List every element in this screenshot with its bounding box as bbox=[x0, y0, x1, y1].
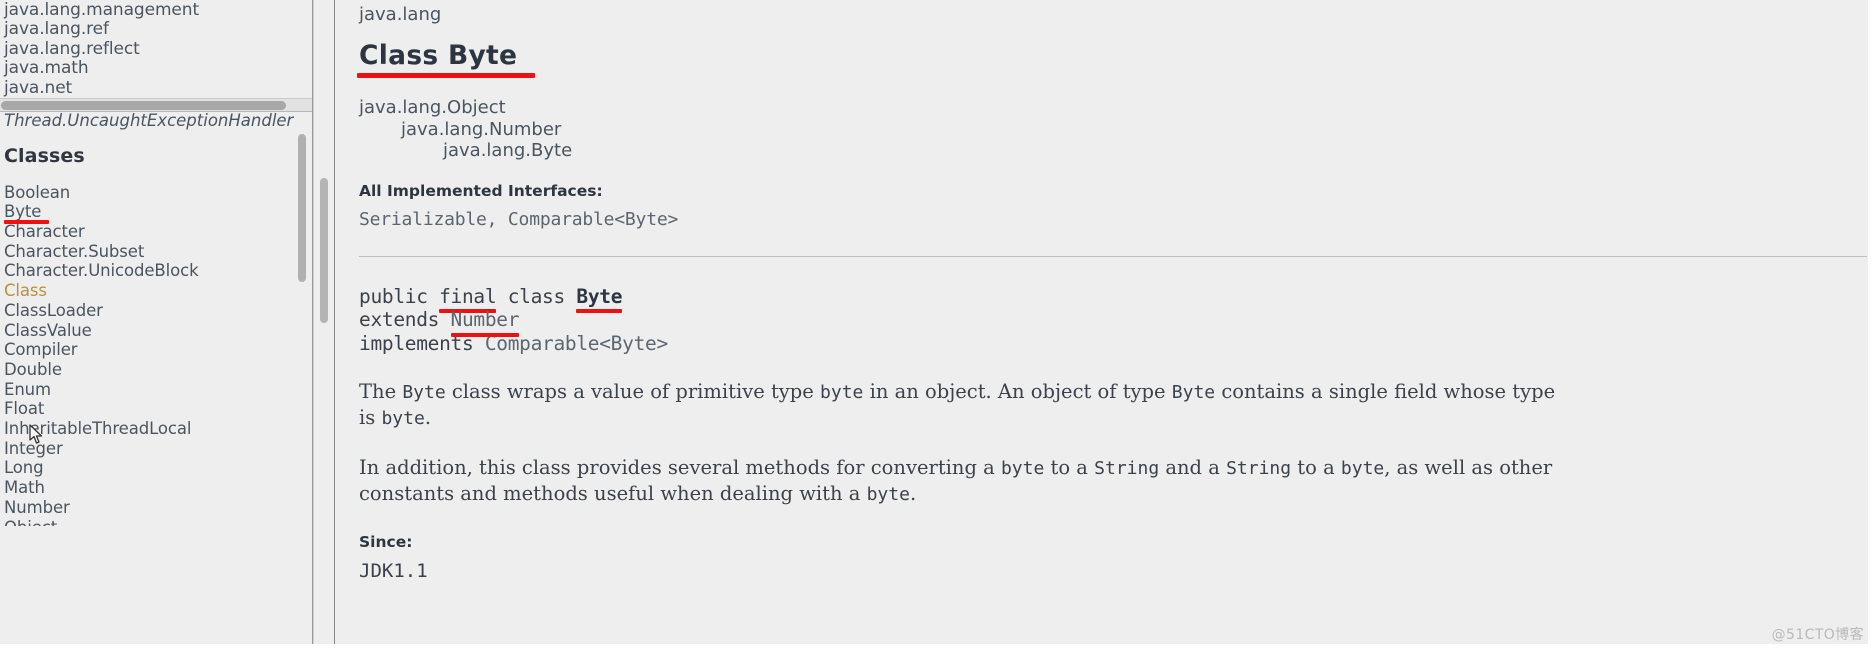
class-item-classvalue[interactable]: ClassValue bbox=[4, 321, 299, 341]
classes-vertical-scrollbar[interactable] bbox=[298, 134, 306, 589]
since-label: Since: bbox=[359, 533, 413, 551]
declaration-keyword-class: class bbox=[496, 284, 577, 308]
desc1-code-4: byte bbox=[381, 408, 425, 429]
desc2-code-5: byte bbox=[866, 484, 910, 505]
class-item-byte-label: Byte bbox=[4, 202, 42, 222]
desc2-text-a: In addition, this class provides several… bbox=[359, 456, 1001, 479]
declaration-line-1: public final class Byte bbox=[359, 284, 1859, 313]
class-item-object-clipped[interactable]: Object bbox=[4, 518, 299, 526]
package-item-2[interactable]: java.lang.reflect bbox=[4, 39, 304, 60]
declaration-extends-wrapper: Number bbox=[450, 308, 520, 337]
package-item-0[interactable]: java.lang.management bbox=[4, 0, 304, 21]
class-item-character[interactable]: Character bbox=[4, 222, 299, 242]
annotation-underline-class-title bbox=[357, 73, 535, 78]
desc2-text-d: to a bbox=[1291, 456, 1341, 479]
class-item-character-subset[interactable]: Character.Subset bbox=[4, 242, 299, 262]
desc2-text-b: to a bbox=[1044, 456, 1095, 479]
hierarchy-level-2[interactable]: java.lang.Number bbox=[359, 119, 1859, 141]
class-item-number[interactable]: Number bbox=[4, 498, 299, 518]
page-title: Class Byte bbox=[359, 40, 518, 71]
class-item-double[interactable]: Double bbox=[4, 360, 299, 380]
class-item-math[interactable]: Math bbox=[4, 478, 299, 498]
declaration-class-name: Byte bbox=[576, 284, 623, 308]
interface-item-0[interactable]: Thread.UncaughtExceptionHandler bbox=[4, 112, 299, 131]
packages-list: java.lang.instrument java.lang.managemen… bbox=[4, 0, 304, 99]
desc1-code-3: Byte bbox=[1171, 382, 1216, 403]
classes-heading: Classes bbox=[4, 144, 85, 167]
class-declaration: public final class Byte extends Number i… bbox=[359, 285, 1859, 356]
desc1-text-e: . bbox=[424, 406, 432, 429]
declaration-line-3: implements Comparable<Byte> bbox=[359, 332, 1859, 356]
section-divider bbox=[359, 255, 1867, 257]
desc1-text-a: The bbox=[359, 380, 403, 403]
desc1-code-2: byte bbox=[820, 382, 864, 403]
sidebar: java.lang.instrument java.lang.managemen… bbox=[0, 0, 313, 650]
class-item-enum[interactable]: Enum bbox=[4, 380, 299, 400]
implemented-interfaces-value[interactable]: Serializable, Comparable<Byte> bbox=[359, 209, 1859, 230]
package-item-3[interactable]: java.math bbox=[4, 59, 304, 79]
class-item-boolean[interactable]: Boolean bbox=[4, 183, 299, 203]
classes-pane[interactable]: Runnable Thread.UncaughtExceptionHandler… bbox=[0, 112, 312, 650]
watermark: @51CTO博客 bbox=[1771, 627, 1864, 643]
package-name-label: java.lang bbox=[359, 4, 442, 25]
declaration-modifier-final: final bbox=[439, 284, 497, 308]
declaration-name-wrapper: Byte bbox=[576, 284, 623, 313]
content-scrollbar-thumb[interactable] bbox=[320, 178, 328, 323]
class-item-classloader[interactable]: ClassLoader bbox=[4, 301, 299, 321]
class-item-inheritablethreadlocal[interactable]: InheritableThreadLocal bbox=[4, 419, 299, 439]
annotation-underline-number bbox=[450, 332, 520, 337]
hierarchy-level-1[interactable]: java.lang.Object bbox=[359, 97, 1859, 119]
desc2-code-1: byte bbox=[1000, 458, 1045, 479]
desc2-code-4: byte bbox=[1340, 458, 1385, 479]
class-item-character-unicodeblock[interactable]: Character.UnicodeBlock bbox=[4, 261, 299, 281]
desc1-text-b: class wraps a value of primitive type bbox=[445, 380, 821, 403]
declaration-superclass-link[interactable]: Number bbox=[451, 308, 520, 331]
class-item-long[interactable]: Long bbox=[4, 458, 299, 478]
class-description-paragraph-2: In addition, this class provides several… bbox=[359, 455, 1559, 507]
class-item-class[interactable]: Class bbox=[4, 281, 299, 301]
javadoc-browser-page: java.lang.instrument java.lang.managemen… bbox=[0, 0, 1876, 650]
implemented-interfaces-label: All Implemented Interfaces: bbox=[359, 181, 603, 200]
since-value: JDK1.1 bbox=[359, 560, 428, 582]
content-scrollbar-gutter[interactable] bbox=[313, 0, 335, 650]
desc2-code-3: String bbox=[1226, 458, 1292, 479]
packages-horizontal-scrollbar[interactable] bbox=[0, 98, 312, 111]
page-title-wrapper: Class Byte bbox=[357, 40, 535, 78]
packages-pane[interactable]: java.lang.instrument java.lang.managemen… bbox=[0, 0, 312, 112]
declaration-modifier-public: public bbox=[359, 284, 440, 308]
class-item-float[interactable]: Float bbox=[4, 399, 299, 419]
annotation-underline-byte-declaration bbox=[576, 309, 623, 313]
declaration-final-wrapper: final bbox=[439, 284, 497, 313]
classes-vertical-scrollbar-thumb[interactable] bbox=[298, 134, 306, 282]
class-item-byte[interactable]: Byte bbox=[4, 202, 299, 225]
package-item-1[interactable]: java.lang.ref bbox=[4, 20, 304, 40]
class-description-paragraph-1: The Byte class wraps a value of primitiv… bbox=[359, 379, 1559, 431]
class-item-integer[interactable]: Integer bbox=[4, 439, 299, 459]
hierarchy-level-3: java.lang.Byte bbox=[443, 140, 573, 161]
classes-list: Runnable Thread.UncaughtExceptionHandler… bbox=[4, 112, 299, 526]
desc2-code-2: String bbox=[1094, 458, 1160, 479]
packages-horizontal-scrollbar-thumb[interactable] bbox=[1, 101, 286, 110]
desc1-text-c: in an object. An object of type bbox=[863, 380, 1172, 403]
desc2-text-f: . bbox=[909, 482, 917, 505]
desc2-text-c: and a bbox=[1159, 456, 1227, 479]
desc1-code-1: Byte bbox=[402, 382, 446, 403]
class-item-compiler[interactable]: Compiler bbox=[4, 340, 299, 360]
package-item-4[interactable]: java.net bbox=[4, 78, 304, 99]
right-edge-strip bbox=[1868, 0, 1876, 650]
declaration-keyword-extends: extends bbox=[359, 308, 451, 331]
main-content: compact1, compact2, compact3 java.lang C… bbox=[335, 0, 1876, 650]
bottom-edge-strip bbox=[0, 644, 1876, 650]
class-hierarchy: java.lang.Object java.lang.Number java.l… bbox=[359, 97, 1859, 162]
